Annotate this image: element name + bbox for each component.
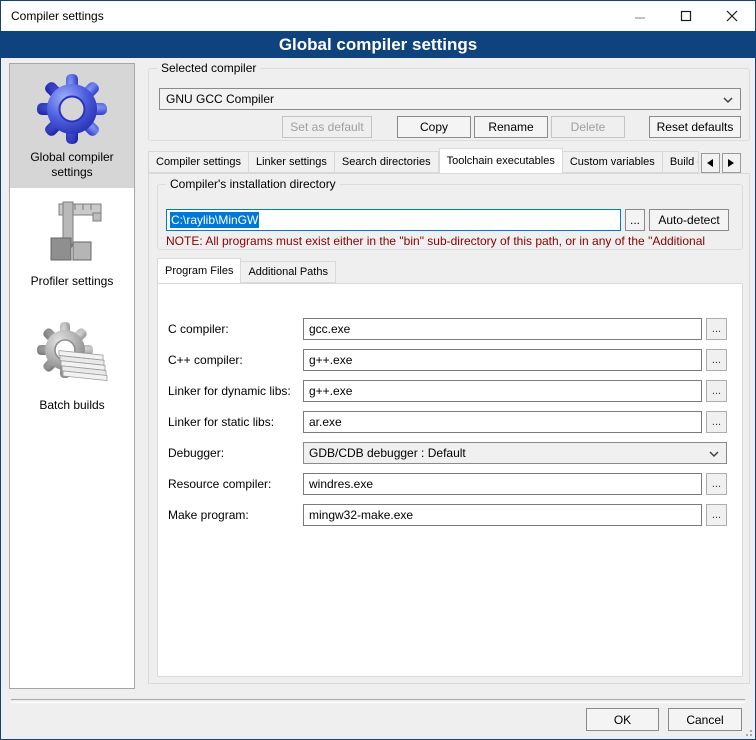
gray-gear-stack-icon bbox=[35, 320, 109, 394]
make-program-label: Make program: bbox=[168, 508, 303, 522]
debugger-select[interactable]: GDB/CDB debugger : Default bbox=[303, 442, 727, 464]
installation-directory-browse-button[interactable]: ... bbox=[625, 209, 645, 231]
minimize-icon bbox=[634, 10, 646, 22]
ok-button[interactable]: OK bbox=[586, 708, 659, 731]
field-row: Make program: mingw32-make.exe ... bbox=[168, 504, 727, 526]
field-row: C compiler: gcc.exe ... bbox=[168, 318, 727, 340]
tab-additional-paths[interactable]: Additional Paths bbox=[241, 261, 336, 283]
chevron-down-icon bbox=[723, 97, 733, 104]
rename-button[interactable]: Rename bbox=[474, 116, 548, 138]
compiler-settings-dialog: Compiler settings Global compiler settin… bbox=[0, 0, 756, 740]
resource-compiler-label: Resource compiler: bbox=[168, 477, 303, 491]
set-as-default-button[interactable]: Set as default bbox=[282, 116, 372, 138]
compiler-select[interactable]: GNU GCC Compiler bbox=[159, 88, 741, 110]
sidebar-item-label: Global compiler settings bbox=[10, 150, 134, 180]
linker-for-dynamic-libs-browse-button[interactable]: ... bbox=[706, 380, 727, 402]
linker-for-static-libs-input[interactable]: ar.exe bbox=[303, 411, 702, 433]
resize-grip-icon[interactable] bbox=[742, 726, 752, 736]
sidebar-item-profiler-settings[interactable]: Profiler settings bbox=[10, 188, 134, 312]
installation-directory-input[interactable]: C:\raylib\MinGW bbox=[166, 209, 621, 231]
linker-for-dynamic-libs-input[interactable]: g++.exe bbox=[303, 380, 702, 402]
resource-compiler-value: windres.exe bbox=[309, 477, 373, 491]
field-row: Resource compiler: windres.exe ... bbox=[168, 473, 727, 495]
footer-divider bbox=[11, 699, 745, 703]
arrow-right-icon bbox=[728, 159, 734, 167]
installation-directory-group-label: Compiler's installation directory bbox=[166, 177, 340, 191]
arrow-left-icon bbox=[707, 159, 713, 167]
sidebar-item-label: Profiler settings bbox=[27, 274, 118, 289]
c-compiler-input[interactable]: gcc.exe bbox=[303, 318, 702, 340]
window-title: Compiler settings bbox=[11, 9, 104, 23]
titlebar: Compiler settings bbox=[1, 1, 755, 31]
c-compiler-label: C++ compiler: bbox=[168, 353, 303, 367]
settings-category-list: Global compiler settings Profiler settin… bbox=[9, 63, 135, 689]
linker-for-static-libs-label: Linker for static libs: bbox=[168, 415, 303, 429]
delete-button[interactable]: Delete bbox=[551, 116, 625, 138]
reset-defaults-button[interactable]: Reset defaults bbox=[649, 116, 741, 138]
close-button[interactable] bbox=[709, 1, 755, 31]
caliper-icon bbox=[35, 196, 109, 270]
field-row: C++ compiler: g++.exe ... bbox=[168, 349, 727, 371]
tab-scroll-left-button[interactable] bbox=[701, 153, 720, 173]
installation-directory-value: C:\raylib\MinGW bbox=[170, 212, 259, 228]
make-program-browse-button[interactable]: ... bbox=[706, 504, 727, 526]
selected-compiler-group: Selected compiler GNU GCC Compiler Set a… bbox=[148, 68, 750, 141]
resource-compiler-browse-button[interactable]: ... bbox=[706, 473, 727, 495]
field-row: Debugger: GDB/CDB debugger : Default bbox=[168, 442, 727, 464]
resource-compiler-input[interactable]: windres.exe bbox=[303, 473, 702, 495]
tab-program-files[interactable]: Program Files bbox=[157, 258, 241, 283]
sidebar-item-global-compiler-settings[interactable]: Global compiler settings bbox=[10, 64, 134, 188]
blue-gear-icon bbox=[35, 72, 109, 146]
c-compiler-value: g++.exe bbox=[309, 353, 352, 367]
field-row: Linker for static libs: ar.exe ... bbox=[168, 411, 727, 433]
sub-tabstrip: Program FilesAdditional Paths bbox=[157, 258, 336, 283]
tab-scroll-right-button[interactable] bbox=[722, 153, 741, 173]
linker-for-dynamic-libs-value: g++.exe bbox=[309, 384, 352, 398]
c-compiler-input[interactable]: g++.exe bbox=[303, 349, 702, 371]
main-tabstrip: Compiler settingsLinker settingsSearch d… bbox=[148, 148, 741, 173]
close-icon bbox=[726, 10, 738, 22]
sidebar-item-label: Batch builds bbox=[35, 398, 108, 413]
tab-toolchain-executables[interactable]: Toolchain executables bbox=[439, 148, 563, 173]
installation-directory-group: Compiler's installation directory C:\ray… bbox=[157, 184, 743, 250]
tab-compiler-settings[interactable]: Compiler settings bbox=[148, 151, 249, 173]
linker-for-static-libs-value: ar.exe bbox=[309, 415, 342, 429]
linker-for-static-libs-browse-button[interactable]: ... bbox=[706, 411, 727, 433]
chevron-down-icon bbox=[709, 451, 719, 458]
c-compiler-browse-button[interactable]: ... bbox=[706, 318, 727, 340]
c-compiler-label: C compiler: bbox=[168, 322, 303, 336]
make-program-input[interactable]: mingw32-make.exe bbox=[303, 504, 702, 526]
toolchain-executables-panel: Compiler's installation directory C:\ray… bbox=[148, 173, 750, 684]
tab-search-directories[interactable]: Search directories bbox=[335, 151, 439, 173]
tab-build-options[interactable]: Build options bbox=[663, 151, 699, 173]
debugger-label: Debugger: bbox=[168, 446, 303, 460]
note-text: NOTE: All programs must exist either in … bbox=[166, 234, 738, 248]
program-files-panel: C compiler: gcc.exe ...C++ compiler: g++… bbox=[157, 283, 743, 677]
make-program-value: mingw32-make.exe bbox=[309, 508, 413, 522]
c-compiler-browse-button[interactable]: ... bbox=[706, 349, 727, 371]
cancel-button[interactable]: Cancel bbox=[668, 708, 742, 731]
debugger-value: GDB/CDB debugger : Default bbox=[309, 446, 466, 460]
maximize-button[interactable] bbox=[663, 1, 709, 31]
page-title: Global compiler settings bbox=[1, 31, 755, 58]
copy-button[interactable]: Copy bbox=[397, 116, 471, 138]
selected-compiler-group-label: Selected compiler bbox=[157, 61, 260, 75]
c-compiler-value: gcc.exe bbox=[309, 322, 350, 336]
compiler-select-value: GNU GCC Compiler bbox=[166, 92, 274, 106]
tab-custom-variables[interactable]: Custom variables bbox=[563, 151, 663, 173]
auto-detect-button[interactable]: Auto-detect bbox=[649, 209, 729, 231]
minimize-button[interactable] bbox=[617, 1, 663, 31]
field-row: Linker for dynamic libs: g++.exe ... bbox=[168, 380, 727, 402]
linker-for-dynamic-libs-label: Linker for dynamic libs: bbox=[168, 384, 303, 398]
maximize-icon bbox=[680, 10, 692, 22]
tab-linker-settings[interactable]: Linker settings bbox=[249, 151, 335, 173]
sidebar-item-batch-builds[interactable]: Batch builds bbox=[10, 312, 134, 436]
